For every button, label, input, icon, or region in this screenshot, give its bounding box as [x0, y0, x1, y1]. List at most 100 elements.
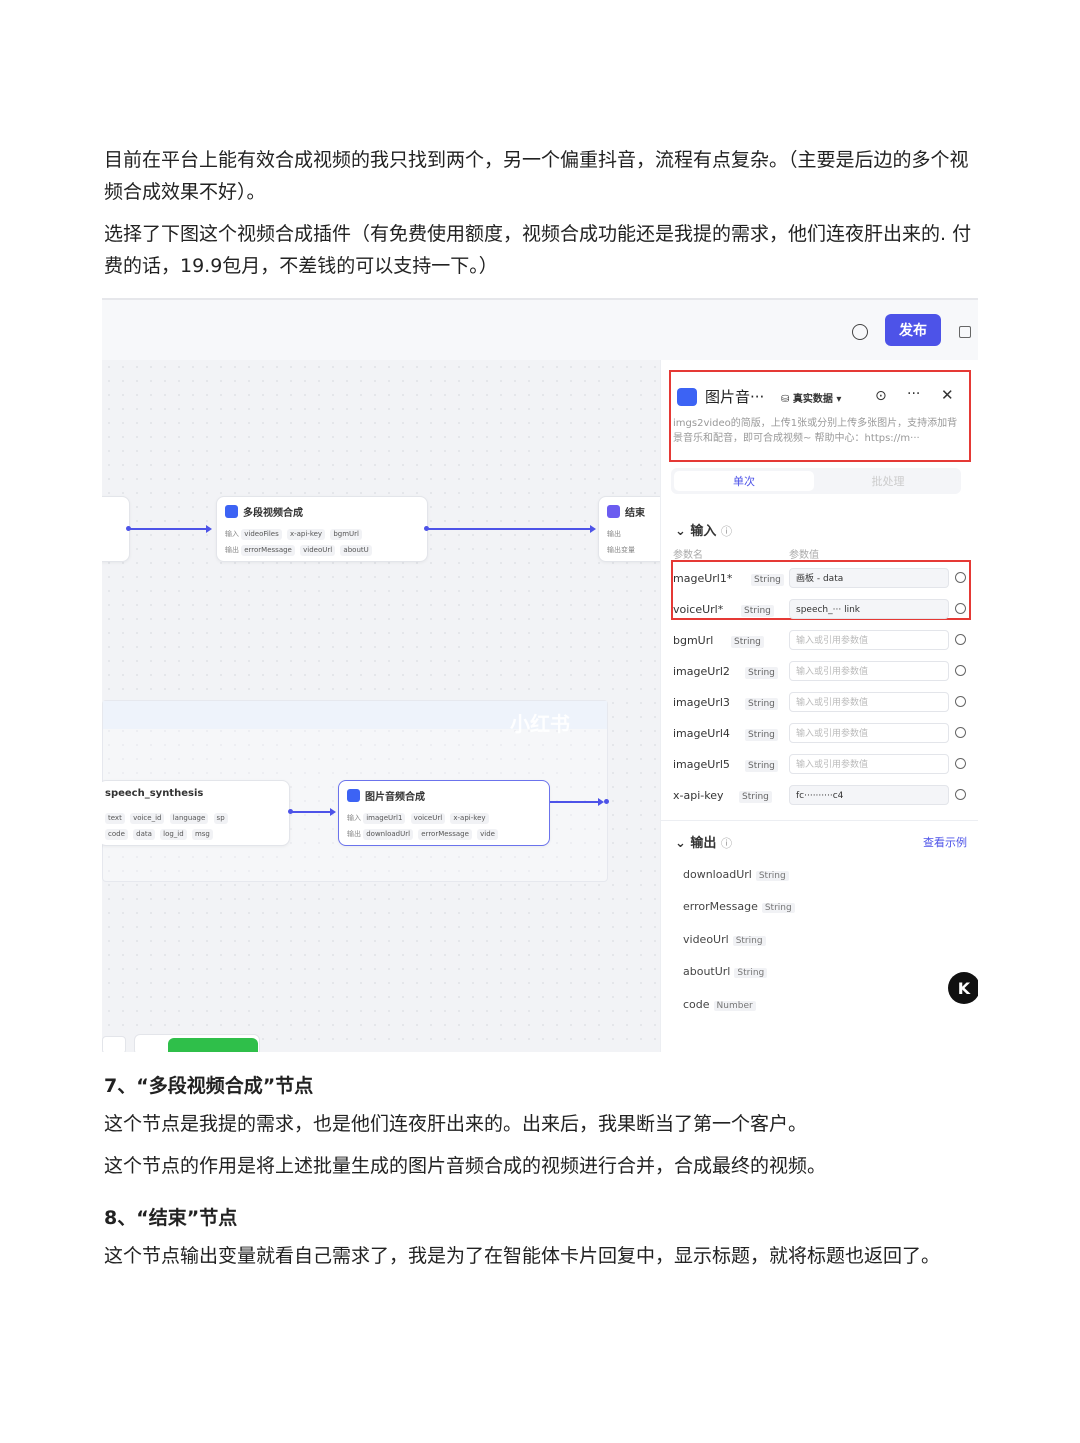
section8-title: 8、“结束”节点 [104, 1207, 238, 1229]
run-mode-tabs: 单次 批处理 [671, 468, 961, 494]
param-value-input[interactable]: speech_··· link [789, 599, 949, 619]
view-example-link[interactable]: 查看示例 [923, 834, 967, 850]
end-row: 输出变量 [607, 546, 635, 554]
input-chip: imageUrl1 [363, 813, 406, 824]
param-name: imageUrl4 [673, 727, 730, 740]
node-output-row: 输出 downloadUrl errorMessage vide [347, 829, 501, 840]
canvas-control[interactable] [102, 1036, 126, 1052]
gear-icon[interactable] [955, 572, 966, 583]
param-value-input[interactable]: 输入或引用参数值 [789, 630, 949, 650]
intro-paragraph-2: 选择了下图这个视频合成插件（有免费使用额度，视频合成功能还是我提的需求，他们连夜… [104, 223, 972, 277]
param-chip: language [169, 813, 209, 824]
gear-icon[interactable] [955, 789, 966, 800]
copy-icon[interactable] [959, 326, 971, 338]
param-value-input[interactable]: fc··········c4 [789, 785, 949, 805]
info-icon: ⓘ [720, 525, 732, 538]
input-chip: x-api-key [450, 813, 489, 824]
edge-line [550, 801, 600, 803]
edge-line [130, 528, 208, 530]
image-audio-node[interactable]: 图片音频合成 输入 imageUrl1 voiceUrl x-api-key 输… [338, 780, 550, 846]
col-param-value: 参数值 [789, 550, 819, 561]
gear-icon[interactable] [955, 696, 966, 707]
param-value-input[interactable]: 画板 - data [789, 568, 949, 588]
output-name: aboutUrl [683, 965, 731, 978]
node-title-text: speech_synthesis [105, 788, 204, 799]
assistant-button[interactable]: K [948, 972, 978, 1004]
input-section-header[interactable]: ⌄ 输入 ⓘ [675, 520, 732, 539]
gear-icon[interactable] [955, 758, 966, 769]
param-chip: msg [191, 829, 213, 840]
param-type: String [741, 605, 774, 617]
param-type: String [731, 636, 764, 648]
param-row: imageUrl5 String 输入或引用参数值 [673, 754, 966, 776]
param-row: imageUrl2 String 输入或引用参数值 [673, 661, 966, 683]
flag-icon [607, 505, 620, 518]
gear-icon[interactable] [955, 634, 966, 645]
output-row: downloadUrl String [683, 868, 789, 881]
panel-description: imgs2video的简版，上传1张或分别上传多张图片，支持添加背景音乐和配音，… [673, 418, 958, 444]
output-section-header[interactable]: ⌄ 输出 ⓘ [675, 832, 732, 851]
output-name: code [683, 998, 710, 1011]
multi-video-node-title: 多段视频合成 [225, 504, 303, 519]
param-type: String [751, 574, 784, 586]
speech-row: code data log_id msg [105, 829, 216, 840]
param-value-input[interactable]: 输入或引用参数值 [789, 661, 949, 681]
input-chip: x-api-key [286, 529, 326, 540]
param-type: String [745, 667, 778, 679]
speech-node-title: speech_synthesis [105, 788, 203, 799]
publish-button[interactable]: 发布 [885, 314, 941, 346]
edge-line [428, 528, 590, 530]
param-value-input[interactable]: 输入或引用参数值 [789, 692, 949, 712]
output-label: 输出 [225, 546, 239, 554]
param-chip: log_id [160, 829, 187, 840]
param-name: bgmUrl [673, 634, 714, 647]
param-name: imageUrl2 [673, 665, 730, 678]
node-output-row: 输出 errorMessage videoUrl aboutU [225, 545, 375, 556]
input-chip: voiceUrl [410, 813, 446, 824]
node-input-row: 输入 imageUrl1 voiceUrl x-api-key [347, 813, 492, 824]
param-chip: voice_id [130, 813, 165, 824]
param-name: voiceUrl* [673, 603, 724, 616]
param-value-input[interactable]: 输入或引用参数值 [789, 723, 949, 743]
gear-icon[interactable] [955, 603, 966, 614]
gear-icon[interactable] [955, 727, 966, 738]
param-chip: data [133, 829, 155, 840]
multi-video-node[interactable]: 多段视频合成 输入 videoFiles x-api-key bgmUrl 输出… [216, 496, 428, 562]
output-row: code Number [683, 998, 756, 1011]
param-value-input[interactable]: 输入或引用参数值 [789, 754, 949, 774]
node-settings-panel: 图片音··· ⛁ 真实数据 ▾ ⊙ ··· ✕ imgs2video的简版，上传… [660, 360, 978, 1052]
input-label: 输入 [225, 530, 239, 538]
param-name: mageUrl1* [673, 572, 733, 585]
output-type: String [755, 871, 789, 881]
output-row: errorMessage String [683, 900, 795, 913]
chevron-down-icon: ⌄ [675, 836, 691, 851]
workflow-canvas[interactable]: 多段视频合成 输入 videoFiles x-api-key bgmUrl 输出… [102, 360, 680, 1052]
input-chip: videoFiles [241, 529, 282, 540]
output-row: videoUrl String [683, 933, 766, 946]
node-title-text: 结束 [625, 508, 645, 519]
mode-select[interactable]: ⛁ 真实数据 ▾ [781, 390, 841, 405]
speech-node[interactable]: speech_synthesis text voice_id language … [102, 780, 290, 846]
output-label: 输出 [347, 830, 361, 838]
input-label: 输入 [347, 814, 361, 822]
video-icon [225, 505, 238, 518]
end-node-title: 结束 [607, 504, 645, 519]
gear-icon[interactable] [955, 665, 966, 676]
param-chip: sp [213, 813, 228, 824]
param-row: mageUrl1* String 画板 - data [673, 568, 966, 590]
tab-batch[interactable]: 批处理 [818, 471, 958, 491]
panel-header: 图片音··· [677, 386, 764, 407]
tab-single[interactable]: 单次 [674, 471, 814, 491]
add-node-button[interactable] [168, 1038, 258, 1052]
param-row: x-api-key String fc··········c4 [673, 785, 966, 807]
end-row: 输出 [607, 530, 621, 538]
more-icon[interactable]: ··· [907, 386, 920, 402]
output-type: Number [713, 1001, 756, 1011]
input-section-label: 输入 [690, 524, 717, 539]
history-icon[interactable] [852, 324, 868, 340]
chevron-down-icon: ⌄ [675, 524, 691, 539]
run-icon[interactable]: ⊙ [875, 388, 887, 404]
edge-port[interactable] [604, 799, 609, 804]
divider [661, 820, 978, 821]
close-icon[interactable]: ✕ [941, 386, 954, 404]
